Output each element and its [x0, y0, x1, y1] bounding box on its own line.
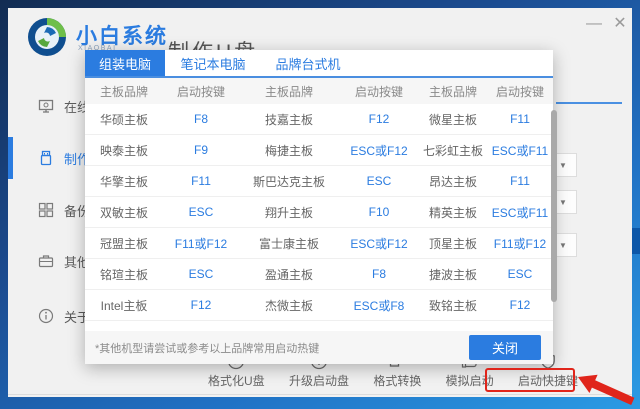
- boot-hotkey-dialog: 组装电脑 笔记本电脑 品牌台式机 主板品牌 启动按键 主板品牌 启动按键 主板品…: [85, 50, 557, 364]
- brand-cell: 翔升主板: [264, 205, 313, 220]
- key-cell: F12: [509, 298, 531, 312]
- sidebar-item-online-reinstall[interactable]: 在线: [8, 95, 90, 117]
- annotation-highlight-box: [485, 368, 575, 392]
- brand-cell: 技嘉主板: [264, 112, 313, 127]
- brand-cell: 七彩虹主板: [422, 143, 483, 158]
- key-cell: ESC或F12: [350, 143, 408, 158]
- table-row: 冠盟主板 F11或F12 富士康主板 ESC或F12 顶星主板 F11或F12: [85, 228, 553, 259]
- dialog-footer: *其他机型请尝试或参考以上品牌常用启动热键 关闭: [85, 331, 553, 364]
- column-header: 主板品牌: [428, 84, 477, 99]
- brand-cell: Intel主板: [100, 298, 148, 313]
- brand-cell: 双敏主板: [99, 205, 148, 220]
- info-icon: [38, 308, 54, 324]
- key-cell: F11: [510, 174, 530, 188]
- briefcase-icon: [38, 255, 54, 268]
- logo-swirl-icon: [28, 18, 66, 56]
- table-row: 映泰主板 F9 梅捷主板 ESC或F12 七彩虹主板 ESC或F11: [85, 135, 553, 166]
- brand-cell: 致铭主板: [428, 298, 477, 313]
- toolbar-item-label: 格式转换: [373, 374, 422, 388]
- table-row: 铭瑄主板 ESC 盈通主板 F8 捷波主板 ESC: [85, 259, 553, 290]
- key-cell: ESC或F11: [491, 143, 549, 158]
- column-header: 主板品牌: [99, 84, 148, 99]
- column-header: 启动按键: [354, 84, 403, 99]
- column-header: 主板品牌: [264, 84, 313, 99]
- key-cell: F11: [191, 174, 211, 188]
- grid-icon: [38, 202, 54, 218]
- key-cell: F8: [193, 112, 208, 126]
- tab-assembled-pc[interactable]: 组装电脑: [85, 50, 165, 76]
- close-window-button[interactable]: ✕: [610, 14, 630, 34]
- background-tab-underline: [556, 102, 622, 104]
- column-header: 启动按键: [176, 84, 225, 99]
- column-header: 启动按键: [495, 84, 544, 99]
- brand-cell: 华擎主板: [99, 174, 148, 189]
- hotkey-note: *其他机型请尝试或参考以上品牌常用启动热键: [95, 342, 320, 355]
- chevron-down-icon: ▼: [559, 197, 567, 207]
- dialog-tabs: 组装电脑 笔记本电脑 品牌台式机: [85, 50, 553, 78]
- table-scrollbar[interactable]: [551, 110, 557, 302]
- tab-laptop[interactable]: 笔记本电脑: [165, 50, 261, 76]
- key-cell: ESC或F8: [353, 298, 405, 313]
- close-dialog-button[interactable]: 关闭: [469, 335, 541, 360]
- brand-cell: 昂达主板: [428, 174, 477, 189]
- annotation-arrow-icon: [578, 374, 635, 406]
- sidebar-item-backup-restore[interactable]: 备份: [8, 199, 90, 221]
- brand-cell: 顶星主板: [428, 236, 477, 251]
- brand-cell: 杰微主板: [264, 298, 313, 313]
- brand-cell: 华硕主板: [99, 112, 148, 127]
- key-cell: ESC: [188, 267, 214, 281]
- key-cell: F8: [371, 267, 386, 281]
- toolbar-item-label: 升级启动盘: [288, 374, 349, 388]
- brand-cell: 斯巴达克主板: [252, 174, 325, 189]
- brand-cell: 富士康主板: [258, 236, 319, 251]
- chevron-down-icon: ▼: [559, 160, 567, 170]
- usb-icon: [40, 150, 52, 166]
- toolbar-item-label: 格式化U盘: [208, 374, 265, 388]
- key-cell: F12: [368, 112, 390, 126]
- key-cell: F11或F12: [174, 236, 228, 251]
- chevron-down-icon: ▼: [559, 240, 567, 250]
- sidebar-item-make-usb[interactable]: 制作: [8, 147, 90, 169]
- sidebar-item-about[interactable]: 关于: [8, 305, 90, 327]
- brand-cell: 精英主板: [428, 205, 477, 220]
- brand-cell: 梅捷主板: [264, 143, 313, 158]
- sidebar-item-other[interactable]: 其他: [8, 250, 90, 272]
- table-row: Intel主板 F12 杰微主板 ESC或F8 致铭主板 F12: [85, 290, 553, 321]
- key-cell: ESC或F12: [350, 236, 408, 251]
- minimize-button[interactable]: —: [584, 14, 604, 34]
- key-cell: F11: [510, 112, 530, 126]
- brand-cell: 微星主板: [428, 112, 477, 127]
- table-header-row: 主板品牌 启动按键 主板品牌 启动按键 主板品牌 启动按键: [85, 78, 553, 104]
- key-cell: ESC: [366, 174, 392, 188]
- key-cell: F11或F12: [493, 236, 547, 251]
- monitor-icon: [38, 99, 54, 113]
- brand-cell: 映泰主板: [99, 143, 148, 158]
- app-window: 小白系统 XIAOBAI 制作U盘 — ✕ 在线 制作 备份: [8, 8, 632, 397]
- key-cell: F9: [193, 143, 208, 157]
- brand-cell: 捷波主板: [428, 267, 477, 282]
- table-row: 华硕主板 F8 技嘉主板 F12 微星主板 F11: [85, 104, 553, 135]
- brand-cell: 铭瑄主板: [99, 267, 148, 282]
- key-cell: ESC: [188, 205, 214, 219]
- key-cell: F10: [368, 205, 390, 219]
- key-cell: ESC或F11: [491, 205, 549, 220]
- app-logo: [26, 16, 68, 58]
- key-cell: ESC: [507, 267, 533, 281]
- table-row: 双敏主板 ESC 翔升主板 F10 精英主板 ESC或F11: [85, 197, 553, 228]
- tab-brand-desktop[interactable]: 品牌台式机: [261, 50, 355, 76]
- table-row: 华擎主板 F11 斯巴达克主板 ESC 昂达主板 F11: [85, 166, 553, 197]
- brand-cell: 冠盟主板: [99, 236, 148, 251]
- desktop-strip-detail: [632, 228, 640, 254]
- brand-cell: 盈通主板: [264, 267, 313, 282]
- key-cell: F12: [190, 298, 212, 312]
